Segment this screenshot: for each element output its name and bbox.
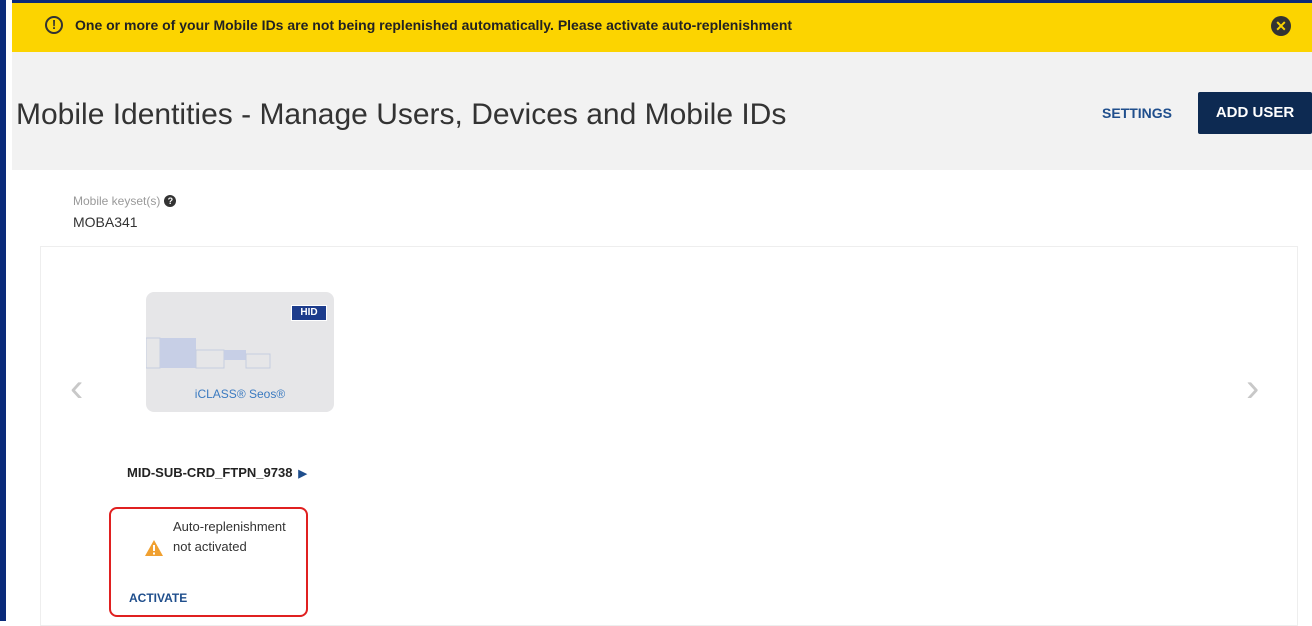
banner-message: One or more of your Mobile IDs are not b… <box>75 17 793 33</box>
close-icon[interactable]: ✕ <box>1271 16 1291 36</box>
keyset-value: MOBA341 <box>73 214 138 230</box>
help-icon[interactable]: ? <box>164 195 177 207</box>
chevron-left-icon[interactable]: ‹ <box>70 368 83 408</box>
auto-replenish-alert: Auto-replenishment not activated ACTIVAT… <box>109 507 308 617</box>
settings-button[interactable]: SETTINGS <box>1102 105 1172 121</box>
info-icon: ! <box>45 16 63 34</box>
keyset-label: Mobile keyset(s)? <box>73 194 177 208</box>
credential-card[interactable]: HID iCLASS® Seos® <box>146 292 334 412</box>
chevron-right-icon[interactable]: › <box>1246 368 1259 408</box>
add-user-button[interactable]: ADD USER <box>1198 92 1312 134</box>
keyset-label-text: Mobile keyset(s) <box>73 194 161 208</box>
caret-right-icon[interactable]: ▶ <box>298 468 306 480</box>
page-header: Mobile Identities - Manage Users, Device… <box>12 52 1312 170</box>
credential-name: MID-SUB-CRD_FTPN_9738 <box>127 465 293 480</box>
warning-icon <box>145 540 163 556</box>
alert-message: Auto-replenishment not activated <box>173 519 286 554</box>
notification-banner: ! One or more of your Mobile IDs are not… <box>12 0 1312 52</box>
activate-button[interactable]: ACTIVATE <box>129 591 187 605</box>
page-title: Mobile Identities - Manage Users, Device… <box>16 98 787 131</box>
credential-name-link[interactable]: MID-SUB-CRD_FTPN_9738 ▶ <box>127 463 307 484</box>
card-brand-label: iCLASS® Seos® <box>194 387 286 401</box>
